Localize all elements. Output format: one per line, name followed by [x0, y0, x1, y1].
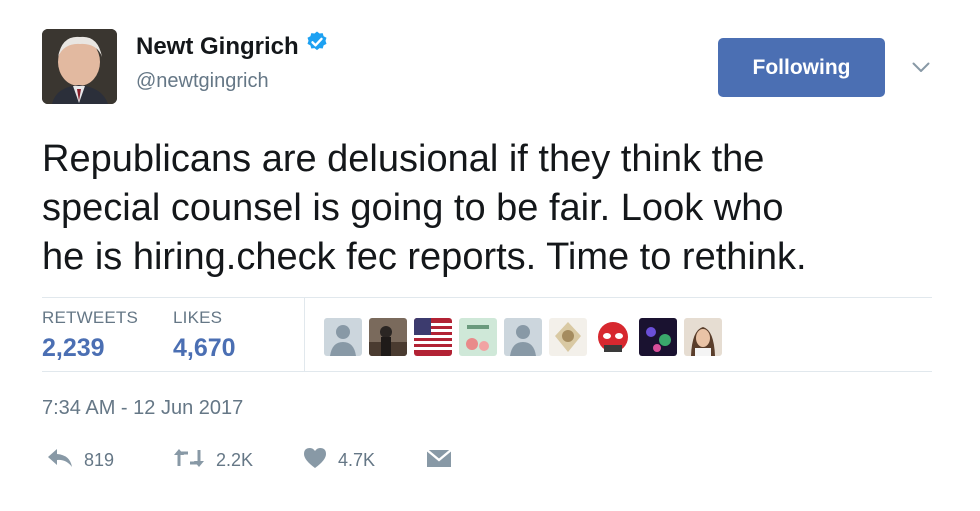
reply-count: 819 [84, 450, 115, 470]
divider [304, 298, 305, 371]
following-button[interactable]: Following [718, 38, 885, 97]
tweet-line: he is hiring.check fec reports. Time to … [42, 236, 807, 278]
profile-avatar[interactable] [42, 29, 117, 104]
retweet-count: 2.2K [216, 450, 254, 470]
likes-label: LIKES [173, 308, 223, 327]
retweet-icon [172, 447, 206, 474]
tweet-timestamp[interactable]: 7:34 AM - 12 Jun 2017 [42, 397, 243, 420]
user-handle[interactable]: @newtgingrich [136, 70, 269, 93]
liker-avatar[interactable] [414, 318, 452, 356]
liker-avatars [324, 318, 722, 356]
liker-avatar[interactable] [369, 318, 407, 356]
divider [42, 297, 932, 298]
liker-avatar[interactable] [324, 318, 362, 356]
retweets-stat[interactable]: RETWEETS 2,239 [42, 308, 138, 363]
retweet-button[interactable]: 2.2K [172, 447, 253, 474]
like-count: 4.7K [338, 450, 376, 470]
like-button[interactable]: 4.7K [302, 447, 375, 474]
tweet-line: special counsel is going to be fair. Loo… [42, 187, 784, 229]
liker-avatar[interactable] [549, 318, 587, 356]
verified-badge-icon [305, 30, 329, 61]
reply-icon [46, 447, 74, 474]
tweet-line: Republicans are delusional if they think… [42, 138, 765, 180]
retweets-label: RETWEETS [42, 308, 139, 327]
likes-count[interactable]: 4,670 [173, 334, 236, 363]
likes-stat[interactable]: LIKES 4,670 [173, 308, 236, 363]
heart-icon [302, 447, 328, 474]
direct-message-button[interactable] [426, 447, 452, 474]
liker-avatar[interactable] [594, 318, 632, 356]
liker-avatar[interactable] [459, 318, 497, 356]
liker-avatar[interactable] [639, 318, 677, 356]
message-icon [426, 447, 452, 474]
display-name[interactable]: Newt Gingrich [136, 33, 299, 60]
liker-avatar[interactable] [684, 318, 722, 356]
tweet-text: Republicans are delusional if they think… [42, 135, 942, 282]
retweets-count[interactable]: 2,239 [42, 334, 138, 363]
display-name-row[interactable]: Newt Gingrich [136, 30, 329, 61]
liker-avatar[interactable] [504, 318, 542, 356]
chevron-down-icon[interactable] [912, 60, 930, 78]
divider [42, 371, 932, 372]
reply-button[interactable]: 819 [46, 447, 114, 474]
